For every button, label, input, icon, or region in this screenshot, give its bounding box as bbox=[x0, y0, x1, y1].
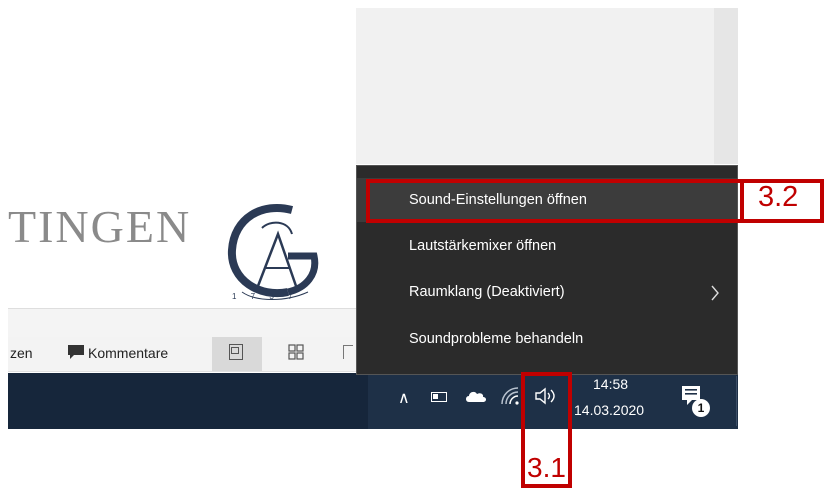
comments-button[interactable]: Kommentare bbox=[88, 345, 168, 361]
show-desktop-divider[interactable] bbox=[736, 376, 737, 426]
show-hidden-icons-icon[interactable]: ∧ bbox=[398, 388, 410, 408]
wifi-icon[interactable] bbox=[500, 386, 520, 406]
menu-item-open-volume-mixer[interactable]: Lautstärkemixer öffnen bbox=[357, 224, 737, 268]
onedrive-cloud-icon[interactable] bbox=[465, 389, 487, 403]
single-page-view-icon-inner bbox=[231, 347, 239, 354]
notification-count-badge: 1 bbox=[692, 399, 710, 417]
clock-time[interactable]: 14:58 bbox=[593, 376, 628, 392]
annotation-label-step-3-1: 3.1 bbox=[527, 452, 566, 483]
logo-text: TINGEN bbox=[8, 201, 192, 252]
university-seal-logo bbox=[227, 204, 319, 300]
comment-icon[interactable] bbox=[66, 343, 86, 361]
taskbar-left-area bbox=[8, 373, 368, 429]
annotation-label-step-3-2: 3.2 bbox=[758, 181, 799, 213]
chevron-right-icon bbox=[711, 285, 719, 301]
reading-view-icon[interactable] bbox=[343, 345, 353, 359]
battery-level bbox=[433, 394, 438, 399]
annotation-box-step-3-2 bbox=[366, 179, 824, 223]
annotation-box-divider bbox=[740, 179, 744, 223]
menu-item-troubleshoot-sound[interactable]: Soundprobleme behandeln bbox=[357, 317, 737, 361]
flyout-background-inner bbox=[356, 8, 714, 164]
status-bar-partial-label[interactable]: zen bbox=[10, 345, 33, 361]
grid-view-icon[interactable] bbox=[288, 344, 304, 360]
clock-date[interactable]: 14.03.2020 bbox=[574, 402, 644, 418]
ribbon-upper-area bbox=[8, 308, 358, 338]
menu-item-spatial-sound[interactable]: Raumklang (Deaktiviert) bbox=[357, 270, 737, 314]
logo-year: 1 7 3 7 bbox=[232, 292, 299, 301]
status-bar bbox=[8, 337, 358, 372]
